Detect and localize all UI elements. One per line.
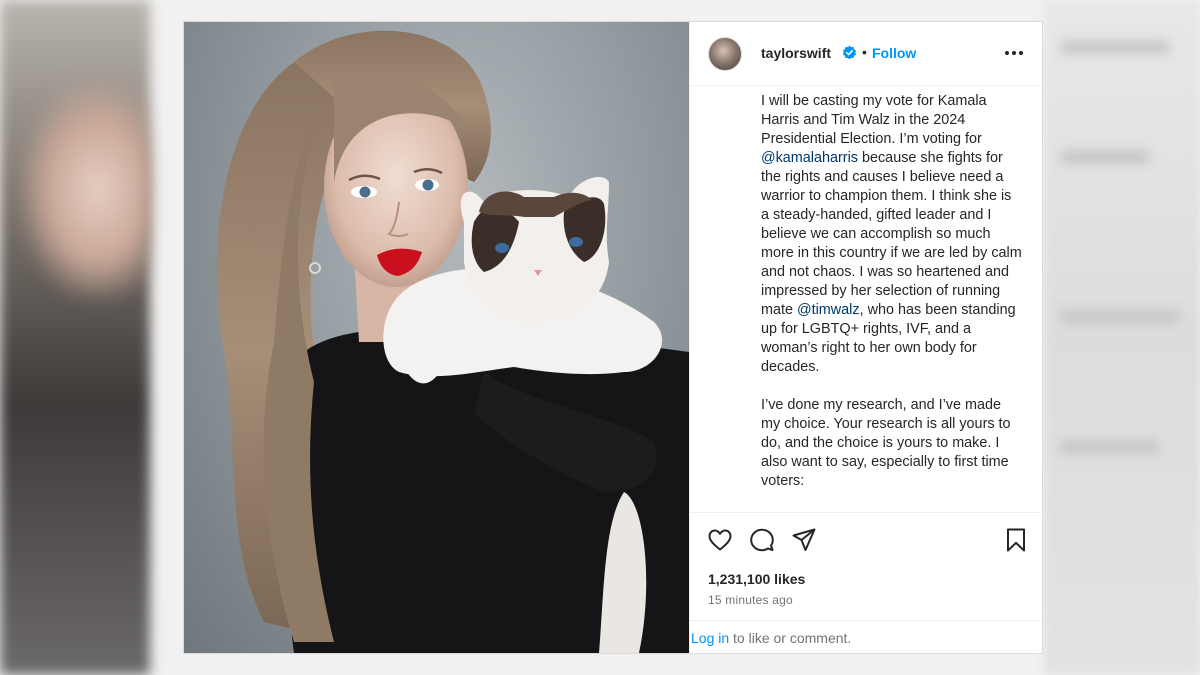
caption-mention-link[interactable]: @kamalaharris: [761, 150, 858, 166]
post-header: taylorswift • Follow: [690, 22, 1043, 86]
blurred-background-line: [1060, 40, 1170, 54]
header-separator: •: [862, 44, 867, 60]
caption-scroll-area[interactable]: I will be casting my vote for Kamala Har…: [690, 86, 1043, 512]
caption-text: , who has been standing up for LGBTQ+ ri…: [761, 302, 1016, 489]
share-icon[interactable]: [791, 527, 817, 553]
caption-text: because she fights for the rights and ca…: [761, 150, 1026, 318]
more-options-icon[interactable]: [1001, 41, 1027, 65]
post-timestamp[interactable]: 15 minutes ago: [708, 593, 793, 607]
username[interactable]: taylorswift: [761, 45, 831, 61]
caption-mention-link[interactable]: @timwalz: [797, 302, 860, 318]
verified-badge-icon: [842, 45, 857, 60]
post-photo-illustration: [216, 30, 689, 653]
instagram-post: taylorswift • Follow I will be casting m…: [183, 21, 1043, 654]
login-link[interactable]: Log in: [691, 630, 729, 646]
post-caption: I will be casting my vote for Kamala Har…: [761, 92, 1023, 491]
login-footer-text: to like or comment.: [729, 630, 852, 646]
caption-text: I will be casting my vote for Kamala Har…: [761, 93, 991, 147]
blurred-background-right: [1044, 0, 1200, 675]
blurred-background-face: [20, 80, 150, 300]
action-bar: [690, 512, 1043, 562]
post-photo[interactable]: [184, 22, 689, 653]
login-footer: Log in to like or comment.: [690, 620, 1043, 653]
bookmark-icon[interactable]: [1003, 527, 1029, 553]
heart-icon[interactable]: [707, 527, 733, 553]
follow-button[interactable]: Follow: [872, 45, 916, 61]
blurred-background-line: [1060, 310, 1180, 324]
blurred-background-line: [1060, 440, 1160, 454]
comment-icon[interactable]: [749, 527, 775, 553]
blurred-background-line: [1060, 150, 1150, 164]
likes-count[interactable]: 1,231,100 likes: [708, 571, 805, 587]
avatar[interactable]: [708, 37, 742, 71]
post-sidebar: taylorswift • Follow I will be casting m…: [689, 22, 1043, 653]
